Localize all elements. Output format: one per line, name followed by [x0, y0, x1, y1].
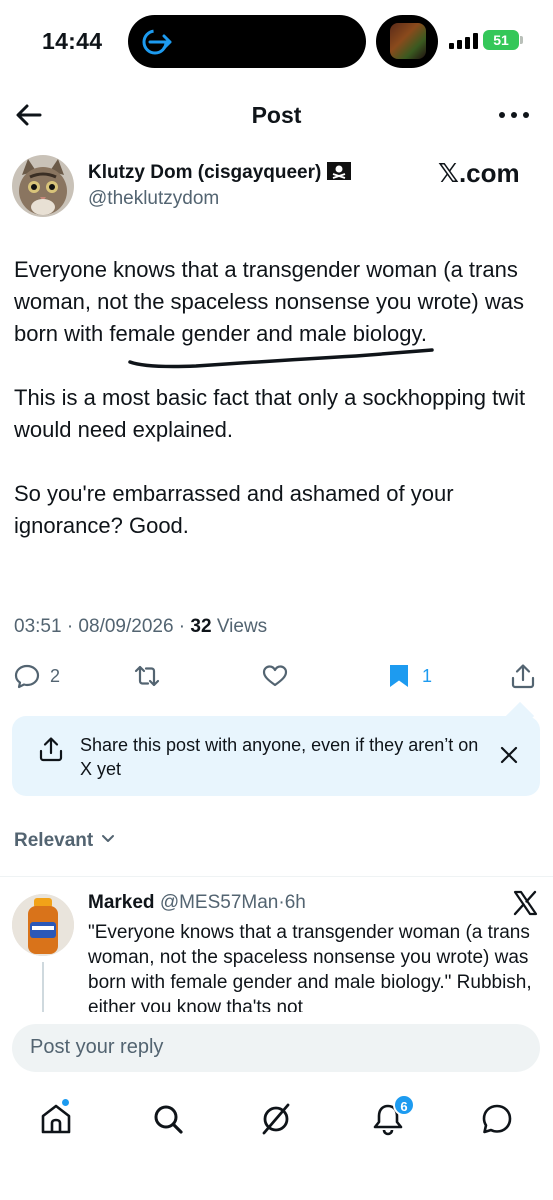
chevron-down-icon [102, 835, 115, 842]
signal-icon [449, 33, 479, 49]
status-bar: 14:44 51 [0, 0, 553, 86]
cat-avatar-image [12, 155, 74, 217]
share-banner-text: Share this post with anyone, even if the… [80, 735, 479, 779]
reply-count: 2 [50, 665, 61, 686]
reply-input[interactable]: Post your reply [12, 1024, 540, 1072]
post-timestamp: 03:51 · 08/09/2026 · [14, 616, 191, 637]
reply-age: 6h [284, 892, 306, 913]
notifications-badge: 6 [393, 1094, 415, 1116]
share-icon [511, 664, 535, 689]
now-playing-island[interactable] [376, 15, 438, 68]
bookmark-count: 1 [422, 665, 433, 686]
post-paragraph: So you're embarrassed and ashamed of you… [14, 481, 454, 538]
battery-indicator: 51 [483, 30, 519, 50]
repost-icon [134, 665, 160, 687]
reply-text[interactable]: "Everyone knows that a transgender woman… [88, 920, 540, 1012]
post-paragraph: This is a most basic fact that only a so… [14, 385, 526, 442]
grok-icon[interactable] [259, 1102, 293, 1136]
home-notification-dot [61, 1098, 70, 1107]
album-art [390, 23, 426, 59]
action-bar: 2 1 [0, 656, 553, 696]
bookmark-button[interactable]: 1 [386, 662, 432, 690]
search-icon[interactable] [151, 1102, 185, 1136]
views-count: 32 [190, 616, 212, 637]
chat-icon[interactable] [480, 1102, 514, 1136]
post-paragraph: Everyone knows that a transgender woman … [14, 257, 524, 346]
sort-dropdown[interactable]: Relevant [14, 830, 115, 852]
share-icon [39, 737, 63, 762]
home-icon[interactable] [39, 1102, 73, 1136]
share-banner[interactable]: Share this post with anyone, even if the… [12, 716, 540, 796]
reply-author-name[interactable]: Marked [88, 892, 155, 913]
pirate-flag-icon [327, 162, 352, 180]
x-logo-icon [513, 890, 538, 916]
author-avatar[interactable] [12, 155, 74, 217]
author-handle[interactable]: @theklutzydom [88, 188, 219, 210]
handdrawn-underline [128, 348, 434, 369]
more-icon[interactable] [497, 108, 531, 122]
bottle-avatar-image [12, 894, 74, 956]
views-label: Views [211, 616, 268, 637]
battery-tip [520, 36, 523, 44]
bookmark-icon [390, 665, 408, 687]
post-body: Everyone knows that a transgender woman … [14, 254, 544, 574]
reply-avatar[interactable] [12, 894, 74, 956]
author-name-text: Klutzy Dom (cisgayqueer) [88, 162, 322, 183]
close-icon[interactable] [498, 744, 520, 766]
connect-arrow-icon [142, 29, 172, 55]
post-meta: 03:51 · 08/09/2026 · 32 Views [14, 616, 267, 638]
reply-header: Marked @MES57Man·6h [88, 892, 306, 914]
page-title: Post [251, 102, 302, 128]
thread-line [42, 962, 44, 1016]
author-name[interactable]: Klutzy Dom (cisgayqueer) [88, 162, 352, 184]
sort-label: Relevant [14, 830, 94, 851]
top-nav: Post [0, 86, 553, 144]
bottom-tab-bar: 6 [0, 1090, 553, 1150]
dynamic-island[interactable] [128, 15, 366, 68]
reply-author-handle[interactable]: @MES57Man [160, 892, 279, 913]
source-label: 𝕏.com [438, 158, 520, 188]
divider [0, 876, 553, 877]
repost-button[interactable] [134, 662, 160, 690]
like-icon [262, 665, 288, 687]
reply-icon [14, 664, 40, 689]
reply-button[interactable]: 2 [14, 662, 60, 690]
like-button[interactable] [262, 662, 288, 690]
share-button[interactable] [510, 662, 536, 690]
status-time: 14:44 [42, 28, 103, 54]
